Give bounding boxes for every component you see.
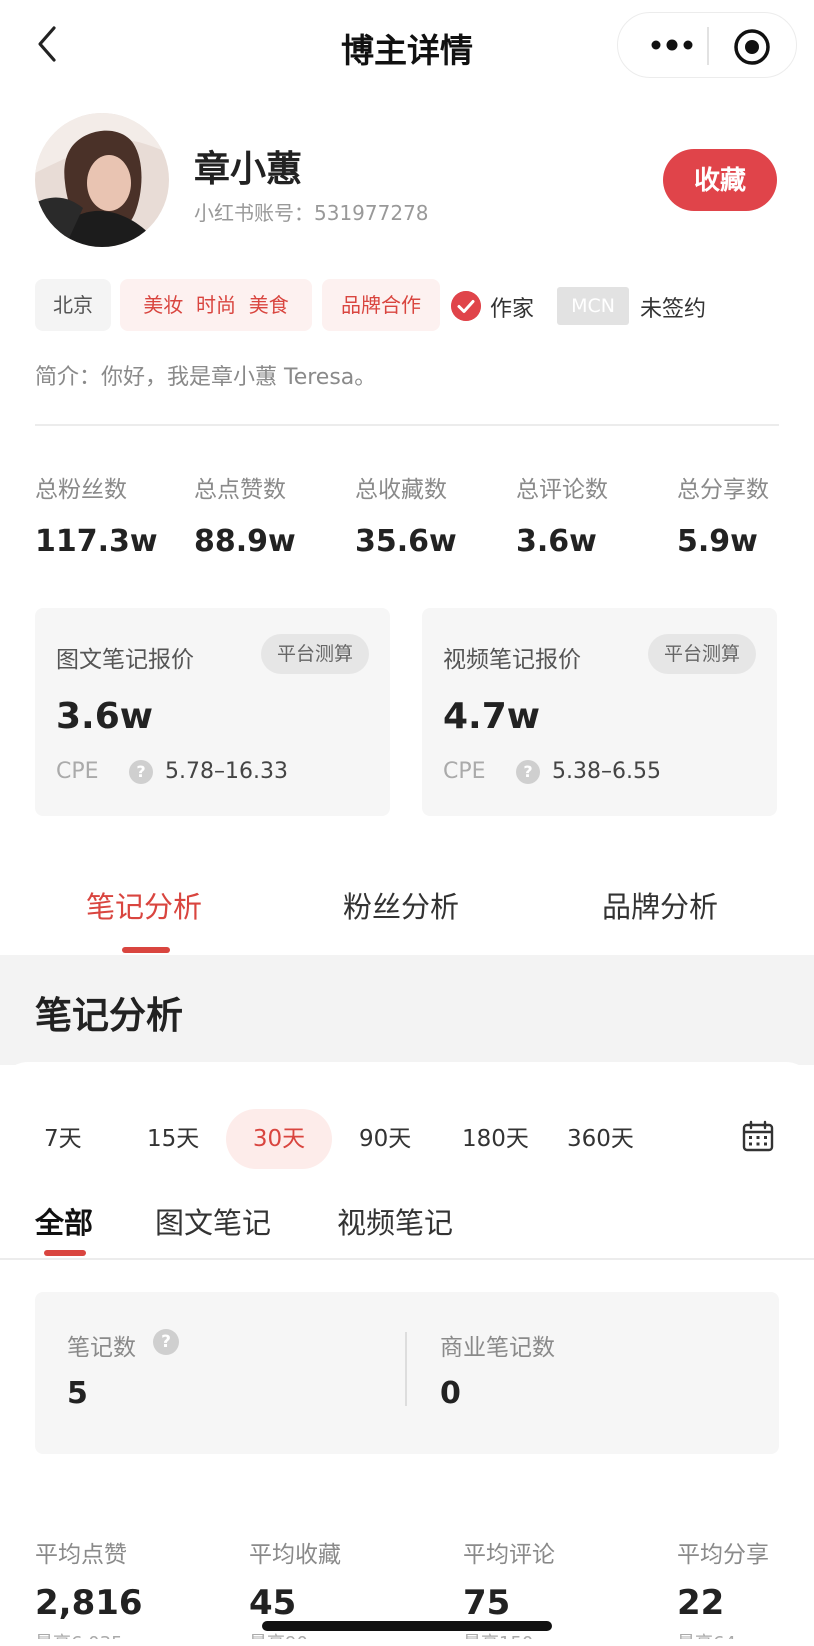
image-note-price-card[interactable]: 图文笔记报价 平台测算 3.6w CPE ? 5.78–16.33 [35, 608, 390, 816]
price-label: 视频笔记报价 [443, 647, 581, 673]
calendar-icon[interactable] [742, 1120, 774, 1152]
stat-likes: 总点赞数 88.9w [194, 470, 296, 559]
price-value: 4.7w [443, 696, 541, 737]
stat-value: 3.6w [516, 524, 597, 559]
help-icon[interactable]: ? [129, 760, 153, 784]
avg-likes: 平均点赞 2,816 最高6,035 [35, 1535, 143, 1639]
miniprogram-capsule [617, 12, 797, 78]
avg-shares: 平均分享 22 最高64 [677, 1535, 769, 1639]
avg-value: 75 [463, 1583, 511, 1623]
blogger-name: 章小蕙 [194, 149, 303, 190]
avg-label: 平均评论 [463, 1542, 555, 1568]
period-15d[interactable]: 15天 [147, 1109, 199, 1169]
estimate-badge: 平台测算 [648, 634, 756, 674]
card-divider [405, 1332, 407, 1406]
cooperation-tag: 品牌合作 [322, 279, 440, 331]
active-subtab-indicator [44, 1250, 86, 1256]
active-tab-indicator [122, 947, 170, 953]
commercial-note-value: 0 [440, 1376, 461, 1411]
avg-label: 平均收藏 [249, 1542, 341, 1568]
nav-bar: 博主详情 [0, 0, 814, 92]
stat-label: 总分享数 [677, 477, 769, 503]
period-90d[interactable]: 90天 [359, 1109, 411, 1169]
commercial-note-label: 商业笔记数 [440, 1335, 555, 1361]
capsule-divider [707, 27, 709, 65]
mcn-status: 未签约 [640, 297, 707, 322]
section-title: 笔记分析 [35, 994, 183, 1037]
stat-value: 5.9w [677, 524, 758, 559]
favorite-button[interactable]: 收藏 [663, 149, 777, 211]
note-count-card: 笔记数 ? 5 商业笔记数 0 [35, 1292, 779, 1454]
subtab-image-notes[interactable]: 图文笔记 [155, 1200, 271, 1242]
writer-label: 作家 [490, 297, 535, 322]
estimate-badge: 平台测算 [261, 634, 369, 674]
cpe-label: CPE [443, 759, 486, 784]
avg-value: 2,816 [35, 1583, 143, 1623]
avg-max: 最高6,035 [35, 1629, 143, 1639]
account-id: 小红书账号：531977278 [194, 201, 429, 225]
period-7d[interactable]: 7天 [44, 1109, 82, 1169]
avg-value: 45 [249, 1583, 297, 1623]
intro-text: 简介：你好，我是章小蕙 Teresa。 [35, 365, 377, 390]
divider [0, 1258, 814, 1260]
period-180d[interactable]: 180天 [462, 1109, 529, 1169]
stat-value: 35.6w [355, 524, 457, 559]
period-30d[interactable]: 30天 [226, 1109, 332, 1169]
note-count-value: 5 [67, 1376, 88, 1411]
close-miniprogram-icon[interactable] [730, 25, 774, 69]
subtab-all[interactable]: 全部 [35, 1200, 93, 1242]
category-tag: 美妆 时尚 美食 [120, 279, 312, 331]
price-value: 3.6w [56, 696, 154, 737]
cpe-range: 5.38–6.55 [552, 759, 661, 784]
stat-collects: 总收藏数 35.6w [355, 470, 457, 559]
stat-label: 总收藏数 [355, 477, 447, 503]
help-icon[interactable]: ? [153, 1329, 179, 1355]
help-icon[interactable]: ? [516, 760, 540, 784]
avatar [35, 113, 169, 247]
avg-label: 平均点赞 [35, 1542, 127, 1568]
video-note-price-card[interactable]: 视频笔记报价 平台测算 4.7w CPE ? 5.38–6.55 [422, 608, 777, 816]
note-count-label: 笔记数 [67, 1335, 136, 1361]
mcn-badge: MCN [557, 287, 629, 325]
more-icon[interactable] [642, 28, 702, 62]
tab-fan-analysis[interactable]: 粉丝分析 [343, 884, 459, 926]
stat-label: 总点赞数 [194, 477, 286, 503]
avg-max: 最高64 [677, 1629, 769, 1639]
subtab-video-notes[interactable]: 视频笔记 [337, 1200, 453, 1242]
tab-brand-analysis[interactable]: 品牌分析 [602, 884, 718, 926]
divider [35, 424, 779, 426]
period-360d[interactable]: 360天 [567, 1109, 634, 1169]
verified-check-icon [451, 291, 481, 321]
stat-label: 总评论数 [516, 477, 608, 503]
price-label: 图文笔记报价 [56, 647, 194, 673]
stat-value: 117.3w [35, 524, 158, 559]
stat-comments: 总评论数 3.6w [516, 470, 608, 559]
location-tag: 北京 [35, 279, 111, 331]
cpe-range: 5.78–16.33 [165, 759, 288, 784]
avg-value: 22 [677, 1583, 725, 1623]
stat-followers: 总粉丝数 117.3w [35, 470, 158, 559]
avg-label: 平均分享 [677, 1542, 769, 1568]
tab-note-analysis[interactable]: 笔记分析 [86, 884, 202, 926]
stat-value: 88.9w [194, 524, 296, 559]
stat-label: 总粉丝数 [35, 477, 127, 503]
stat-shares: 总分享数 5.9w [677, 470, 769, 559]
cpe-label: CPE [56, 759, 99, 784]
home-indicator[interactable] [262, 1621, 552, 1631]
